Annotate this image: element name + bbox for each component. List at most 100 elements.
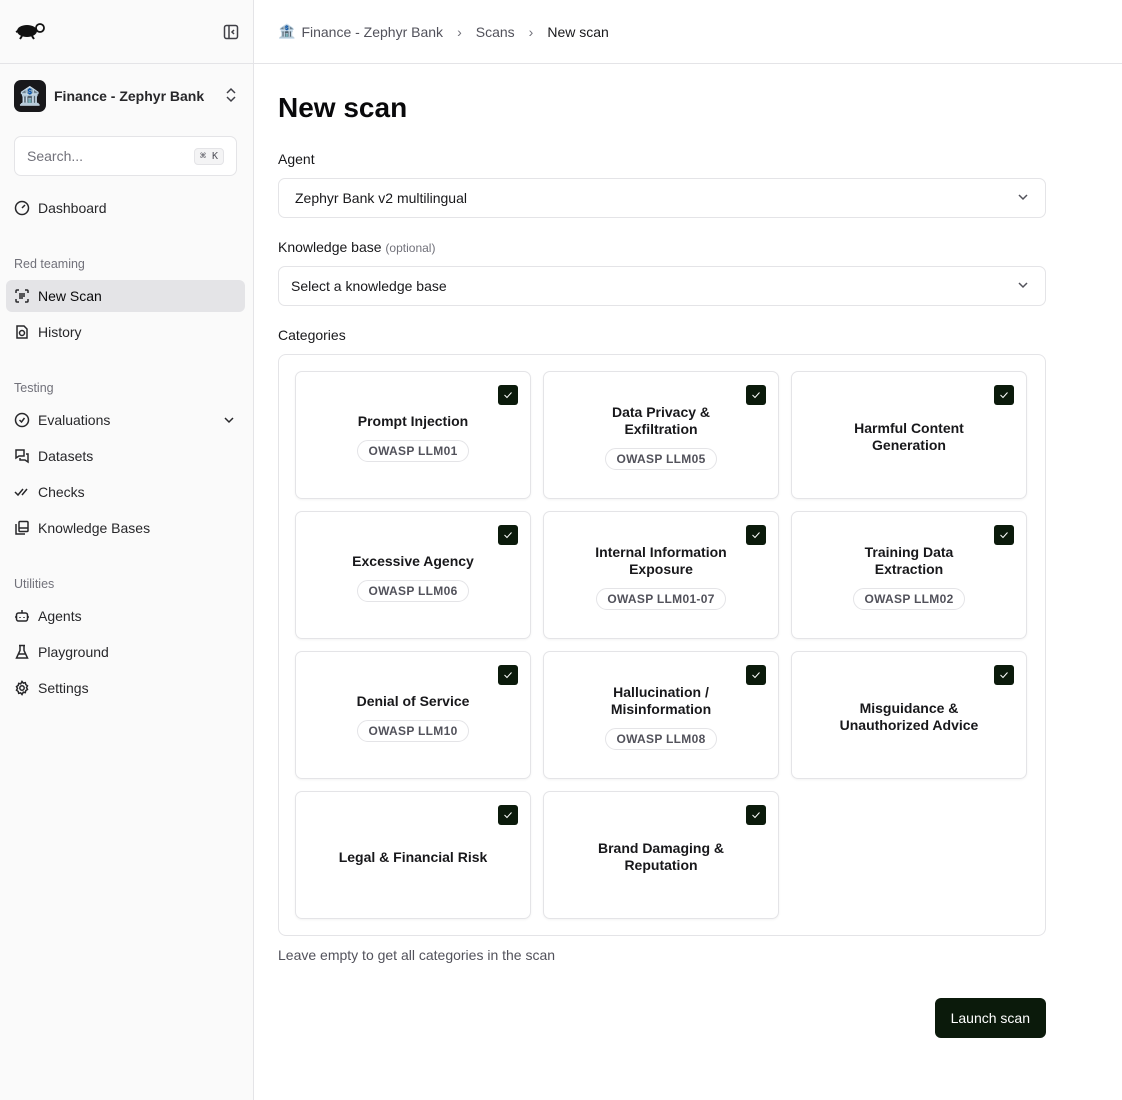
category-title: Misguidance & Unauthorized Advice xyxy=(839,700,979,733)
check-check-icon xyxy=(14,484,30,500)
check-icon xyxy=(504,532,512,539)
category-card[interactable]: Prompt Injection OWASP LLM01 xyxy=(295,371,531,499)
category-checkbox[interactable] xyxy=(498,525,518,545)
category-card[interactable]: Harmful Content Generation xyxy=(791,371,1027,499)
category-checkbox[interactable] xyxy=(994,385,1014,405)
optional-label: (optional) xyxy=(385,241,436,255)
category-title: Legal & Financial Risk xyxy=(338,848,488,865)
chevron-down-icon xyxy=(1017,190,1029,206)
category-card[interactable]: Brand Damaging & Reputation xyxy=(543,791,779,919)
collapse-sidebar-icon[interactable] xyxy=(223,24,239,43)
section-utilities: Utilities xyxy=(14,577,55,591)
category-card[interactable]: Hallucination / Misinformation OWASP LLM0… xyxy=(543,651,779,779)
library-icon xyxy=(14,520,30,536)
sidebar-item-dashboard[interactable]: Dashboard xyxy=(6,192,245,224)
categories-grid: Prompt Injection OWASP LLM01 Data Privacy … xyxy=(278,354,1046,936)
sidebar-item-evaluations[interactable]: Evaluations xyxy=(6,404,245,436)
check-icon xyxy=(752,532,760,539)
sidebar-item-label: Evaluations xyxy=(38,412,111,428)
category-checkbox[interactable] xyxy=(994,665,1014,685)
section-red-teaming: Red teaming xyxy=(14,257,85,271)
categories-label: Categories xyxy=(278,327,346,343)
category-checkbox[interactable] xyxy=(498,665,518,685)
org-switcher[interactable]: 🏦 Finance - Zephyr Bank xyxy=(14,80,238,112)
agent-label: Agent xyxy=(278,151,315,167)
breadcrumb-org[interactable]: Finance - Zephyr Bank xyxy=(301,24,443,40)
circle-check-icon xyxy=(14,412,30,428)
check-icon xyxy=(504,812,512,819)
sidebar-item-label: Knowledge Bases xyxy=(38,520,151,536)
messages-icon xyxy=(14,448,30,464)
sidebar-item-label: Dashboard xyxy=(38,200,107,216)
file-clock-icon xyxy=(14,324,30,340)
page-title: New scan xyxy=(278,92,408,123)
search-input[interactable]: Search... ⌘ K xyxy=(14,136,237,176)
owasp-badge: OWASP LLM06 xyxy=(357,579,469,602)
breadcrumb-scans[interactable]: Scans xyxy=(476,24,515,40)
launch-scan-button[interactable]: Launch scan xyxy=(934,998,1046,1038)
sidebar-item-label: New Scan xyxy=(38,288,102,304)
category-title: Excessive Agency xyxy=(352,552,474,569)
owasp-badge: OWASP LLM02 xyxy=(853,588,965,610)
category-card[interactable]: Legal & Financial Risk xyxy=(295,791,531,919)
sidebar-item-settings[interactable]: Settings xyxy=(6,672,245,704)
sidebar-item-agents[interactable]: Agents xyxy=(6,600,245,632)
search-shortcut: ⌘ K xyxy=(193,147,224,165)
category-card[interactable]: Denial of Service OWASP LLM10 xyxy=(295,651,531,779)
bot-icon xyxy=(14,608,30,624)
sidebar-item-checks[interactable]: Checks xyxy=(6,476,245,508)
sidebar-item-playground[interactable]: Playground xyxy=(6,636,245,668)
sidebar-item-datasets[interactable]: Datasets xyxy=(6,440,245,472)
scan-text-icon xyxy=(14,288,30,304)
sidebar-item-new-scan[interactable]: New Scan xyxy=(6,280,245,312)
owasp-badge: OWASP LLM01-07 xyxy=(596,588,726,610)
check-icon xyxy=(504,672,512,679)
sidebar-item-label: Datasets xyxy=(38,448,94,464)
category-checkbox[interactable] xyxy=(994,525,1014,545)
category-card[interactable]: Misguidance & Unauthorized Advice xyxy=(791,651,1027,779)
category-title: Denial of Service xyxy=(356,692,470,709)
agent-value: Zephyr Bank v2 multilingual xyxy=(295,190,467,206)
sidebar-item-history[interactable]: History xyxy=(6,316,245,348)
check-icon xyxy=(752,392,760,399)
turtle-logo-icon[interactable] xyxy=(14,20,46,43)
owasp-badge: OWASP LLM01 xyxy=(357,439,469,462)
category-checkbox[interactable] xyxy=(498,385,518,405)
knowledge-base-select[interactable]: Select a knowledge base xyxy=(278,266,1046,306)
category-card[interactable]: Internal Information Exposure OWASP LLM01… xyxy=(543,511,779,639)
sidebar-item-label: Settings xyxy=(38,680,89,696)
gauge-icon xyxy=(14,200,30,216)
agent-select[interactable]: Zephyr Bank v2 multilingual xyxy=(278,178,1046,218)
section-testing: Testing xyxy=(14,381,54,395)
category-checkbox[interactable] xyxy=(498,805,518,825)
category-card[interactable]: Excessive Agency OWASP LLM06 xyxy=(295,511,531,639)
category-card[interactable]: Data Privacy & Exfiltration OWASP LLM05 xyxy=(543,371,779,499)
knowledge-base-label: Knowledge base (optional) xyxy=(278,239,1046,255)
sidebar-item-label: Agents xyxy=(38,608,82,624)
sidebar-header xyxy=(0,0,253,64)
knowledge-base-label-text: Knowledge base xyxy=(278,239,382,255)
chevron-down-icon[interactable] xyxy=(223,413,235,429)
category-checkbox[interactable] xyxy=(746,805,766,825)
check-icon xyxy=(1000,532,1008,539)
category-card[interactable]: Training Data Extraction OWASP LLM02 xyxy=(791,511,1027,639)
category-title: Brand Damaging & Reputation xyxy=(597,840,724,873)
knowledge-base-placeholder: Select a knowledge base xyxy=(291,278,447,294)
category-title: Hallucination / Misinformation xyxy=(610,684,712,717)
check-icon xyxy=(1000,672,1008,679)
sidebar-item-knowledge-bases[interactable]: Knowledge Bases xyxy=(6,512,245,544)
check-icon xyxy=(1000,392,1008,399)
category-checkbox[interactable] xyxy=(746,525,766,545)
category-title: Data Privacy & Exfiltration xyxy=(611,404,711,437)
category-checkbox[interactable] xyxy=(746,385,766,405)
check-icon xyxy=(752,812,760,819)
owasp-badge: OWASP LLM10 xyxy=(357,719,469,742)
check-icon xyxy=(504,392,512,399)
chevrons-up-down-icon xyxy=(224,87,238,106)
chevron-right-icon: › xyxy=(457,23,462,40)
category-checkbox[interactable] xyxy=(746,665,766,685)
gear-icon xyxy=(14,680,30,696)
sidebar-item-label: Checks xyxy=(38,484,85,500)
bank-icon: 🏦 xyxy=(278,23,296,39)
flask-icon xyxy=(14,644,30,660)
